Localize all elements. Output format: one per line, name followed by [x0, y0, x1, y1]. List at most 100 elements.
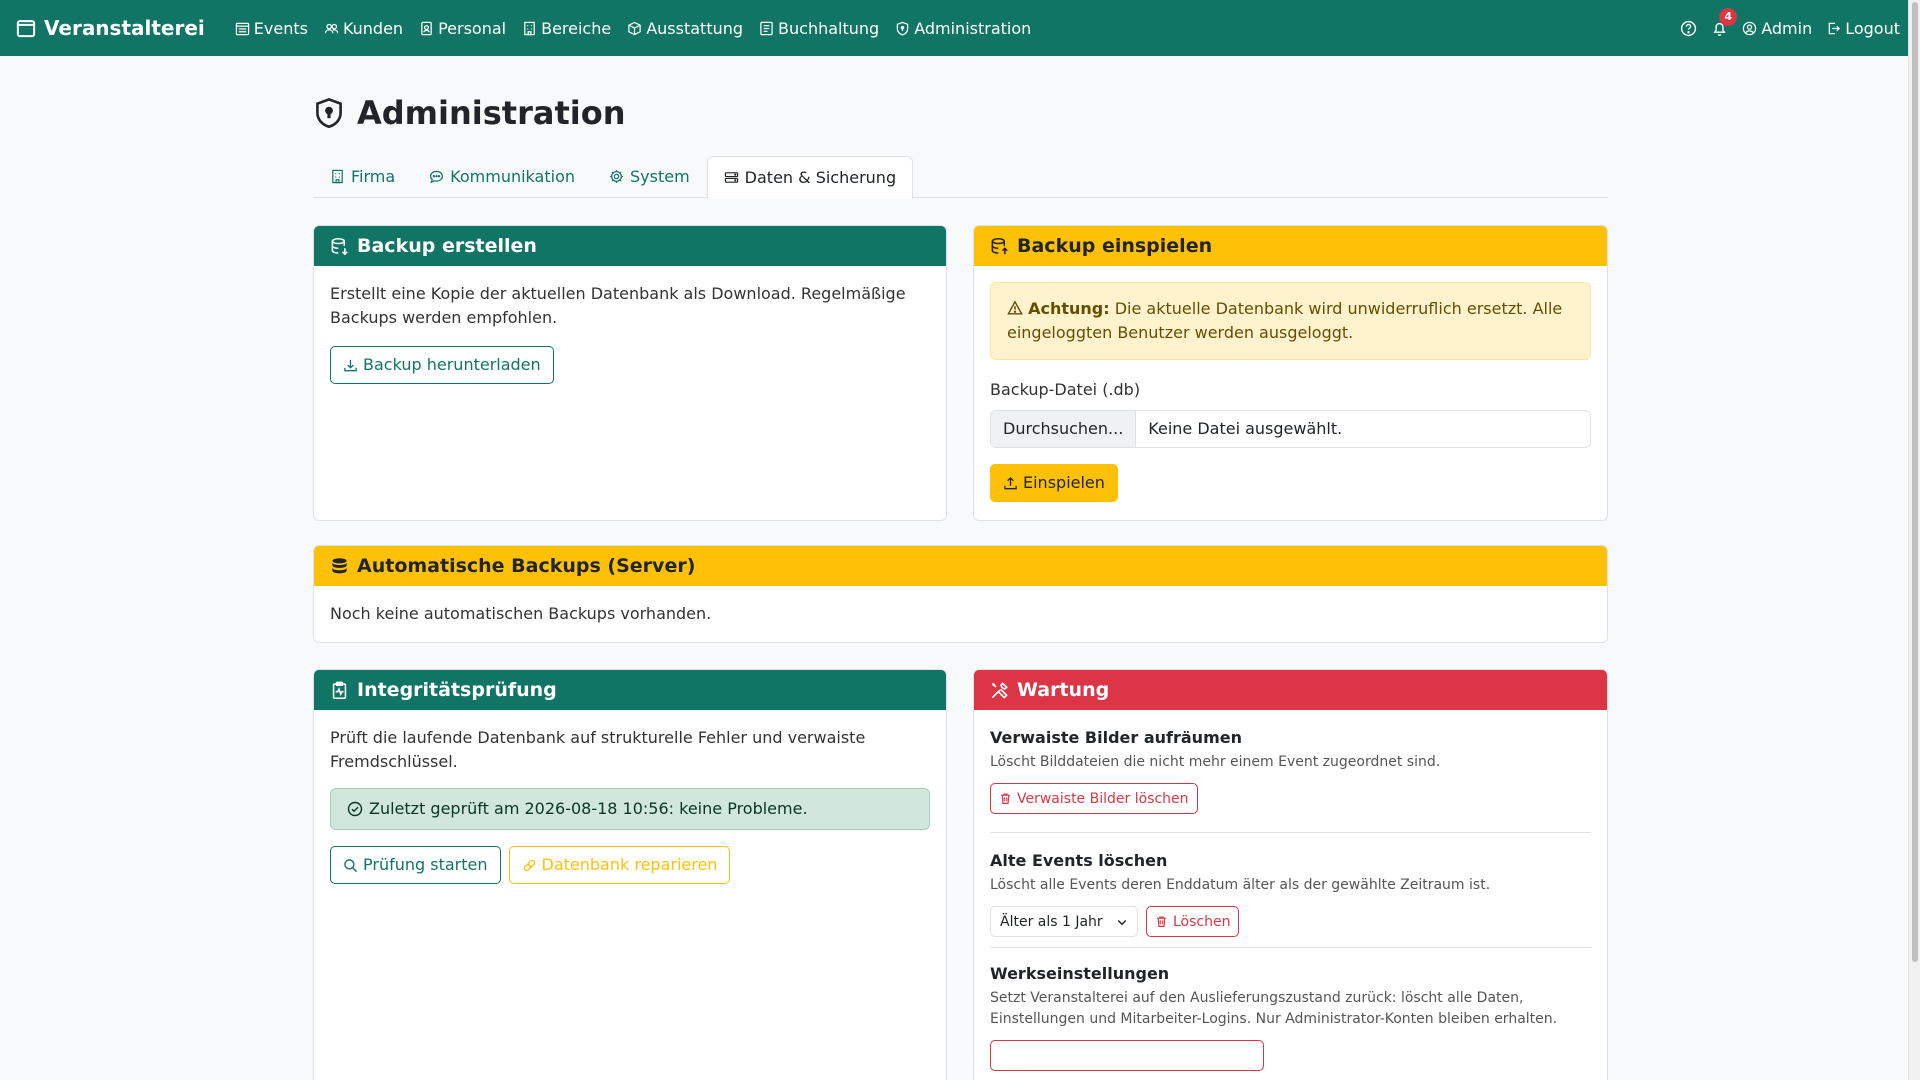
check-circle-icon [347, 801, 363, 817]
nav-events-label: Events [253, 18, 308, 38]
maintenance-card: Wartung Verwaiste Bilder aufräumen Lösch… [973, 669, 1608, 1080]
nav-administration-label: Administration [914, 18, 1032, 38]
auto-backups-header: Automatische Backups (Server) [314, 546, 1607, 586]
tab-system[interactable]: System [592, 156, 707, 197]
logout-label: Logout [1845, 18, 1900, 38]
help-button[interactable] [1680, 20, 1697, 37]
start-check-button[interactable]: Prüfung starten [330, 846, 501, 884]
start-check-label: Prüfung starten [363, 855, 488, 874]
backup-create-title: Backup erstellen [357, 235, 537, 257]
brand[interactable]: Veranstalterei [16, 16, 205, 40]
nav-administration[interactable]: Administration [895, 19, 1031, 38]
integrity-status-alert: Zuletzt geprüft am 2026-08-18 10:56: kei… [330, 788, 930, 830]
tab-daten-sicherung[interactable]: Daten & Sicherung [706, 156, 914, 199]
bandaid-icon [523, 859, 535, 871]
maintenance-body: Verwaiste Bilder aufräumen Löscht Bildda… [974, 710, 1607, 1080]
trash-icon [1001, 793, 1010, 804]
auto-backups-text: Noch keine automatischen Backups vorhand… [330, 604, 712, 623]
delete-orphans-label: Verwaiste Bilder löschen [1017, 790, 1189, 807]
restore-warning-strong: Achtung: [1028, 299, 1110, 318]
trash-icon [1157, 916, 1166, 927]
admin-tabs: Firma Kommunikation System Daten & Siche… [313, 156, 1608, 199]
nav-ausstattung[interactable]: Ausstattung [627, 19, 743, 38]
calendar-week-icon [235, 22, 249, 35]
logout-link[interactable]: Logout [1826, 19, 1900, 38]
database-up-icon [991, 237, 1008, 254]
backup-download-button[interactable]: Backup herunterladen [330, 346, 554, 384]
nav-buchhaltung[interactable]: Buchhaltung [759, 19, 879, 38]
tools-icon [991, 681, 1008, 699]
restore-button-label: Einspielen [1023, 473, 1105, 492]
repair-database-label: Datenbank reparieren [541, 855, 718, 874]
notifications-button[interactable]: 4 [1711, 7, 1738, 37]
tab-firma[interactable]: Firma [313, 156, 412, 197]
repair-database-button[interactable]: Datenbank reparieren [508, 846, 731, 884]
tab-system-label: System [630, 167, 690, 186]
building-icon [332, 169, 343, 184]
brand-name: Veranstalterei [44, 16, 205, 40]
tab-kommunikation-label: Kommunikation [450, 167, 575, 186]
browse-button[interactable]: Durchsuchen... [991, 411, 1137, 447]
backup-file-input[interactable]: Durchsuchen... Keine Datei ausgewählt. [990, 410, 1591, 448]
factory-reset-button[interactable] [990, 1040, 1264, 1071]
old-events-period-value: Älter als 1 Jahr [1000, 913, 1103, 930]
backup-download-label: Backup herunterladen [363, 355, 541, 374]
top-navbar: Veranstalterei Events Kunden Personal Be… [0, 0, 1920, 56]
integrity-card: Integritätsprüfung Prüft die laufende Da… [313, 669, 947, 1080]
factory-reset-title: Werkseinstellungen [990, 964, 1170, 983]
nav-events[interactable]: Events [235, 19, 308, 38]
calendar-icon [16, 20, 36, 38]
page-scrollbar[interactable] [1908, 0, 1920, 1080]
user-menu[interactable]: Admin [1742, 19, 1812, 38]
integrity-actions: Prüfung starten Datenbank reparieren [330, 846, 930, 884]
scrollbar-thumb[interactable] [1912, 2, 1918, 962]
upload-icon [1004, 476, 1017, 489]
maintenance-header: Wartung [974, 670, 1607, 710]
orphans-desc: Löscht Bilddateien die nicht mehr einem … [990, 754, 1441, 770]
warning-triangle-icon [1007, 300, 1023, 315]
database-down-icon [331, 237, 348, 255]
backup-create-card: Backup erstellen Erstellt eine Kopie der… [313, 225, 947, 521]
old-events-title: Alte Events löschen [990, 851, 1168, 870]
ledger-icon [760, 21, 773, 35]
integrity-body: Prüft die laufende Datenbank auf struktu… [314, 710, 946, 900]
nav-bereiche[interactable]: Bereiche [522, 19, 611, 38]
integrity-header: Integritätsprüfung [314, 670, 946, 710]
page-title: Administration [313, 94, 1608, 132]
nav-kunden[interactable]: Kunden [324, 19, 403, 38]
restore-button[interactable]: Einspielen [990, 464, 1118, 502]
factory-reset-desc: Setzt Veranstalterei auf den Auslieferun… [990, 990, 1558, 1027]
main-nav: Events Kunden Personal Bereiche Ausstatt… [235, 19, 1031, 38]
auto-backups-card: Automatische Backups (Server) Noch keine… [313, 545, 1608, 643]
integrity-status-text: Zuletzt geprüft am 2026-08-18 10:56: kei… [369, 799, 808, 818]
maintenance-divider [990, 832, 1591, 833]
download-icon [344, 359, 357, 371]
tab-firma-label: Firma [351, 167, 396, 186]
nav-bereiche-label: Bereiche [541, 18, 612, 38]
old-events-actions: Älter als 1 Jahr Löschen [990, 906, 1591, 937]
old-events-period-select[interactable]: Älter als 1 Jahr [990, 906, 1138, 937]
user-circle-icon [1743, 21, 1757, 35]
delete-orphans-button[interactable]: Verwaiste Bilder löschen [990, 783, 1198, 814]
integrity-text: Prüft die laufende Datenbank auf struktu… [330, 728, 866, 771]
tab-daten-sicherung-label: Daten & Sicherung [744, 168, 897, 187]
user-name: Admin [1761, 18, 1813, 38]
nav-personal[interactable]: Personal [419, 19, 506, 38]
maintenance-divider [990, 947, 1591, 948]
backup-create-header: Backup erstellen [314, 226, 946, 266]
backup-restore-body: Achtung: Die aktuelle Datenbank wird unw… [974, 266, 1607, 518]
delete-old-events-button[interactable]: Löschen [1146, 906, 1240, 937]
integrity-title: Integritätsprüfung [357, 679, 557, 701]
maintenance-title: Wartung [1017, 679, 1110, 701]
logout-icon [1828, 22, 1841, 34]
tab-kommunikation[interactable]: Kommunikation [412, 156, 592, 197]
nav-kunden-label: Kunden [342, 18, 404, 38]
file-status: Keine Datei ausgewählt. [1148, 419, 1343, 438]
delete-old-events-label: Löschen [1173, 913, 1231, 930]
backup-restore-title: Backup einspielen [1017, 235, 1213, 257]
building-icon [524, 21, 535, 35]
box-icon [628, 21, 641, 35]
badge-icon [421, 21, 432, 35]
backup-create-text: Erstellt eine Kopie der aktuellen Datenb… [330, 284, 906, 327]
nav-personal-label: Personal [438, 18, 507, 38]
